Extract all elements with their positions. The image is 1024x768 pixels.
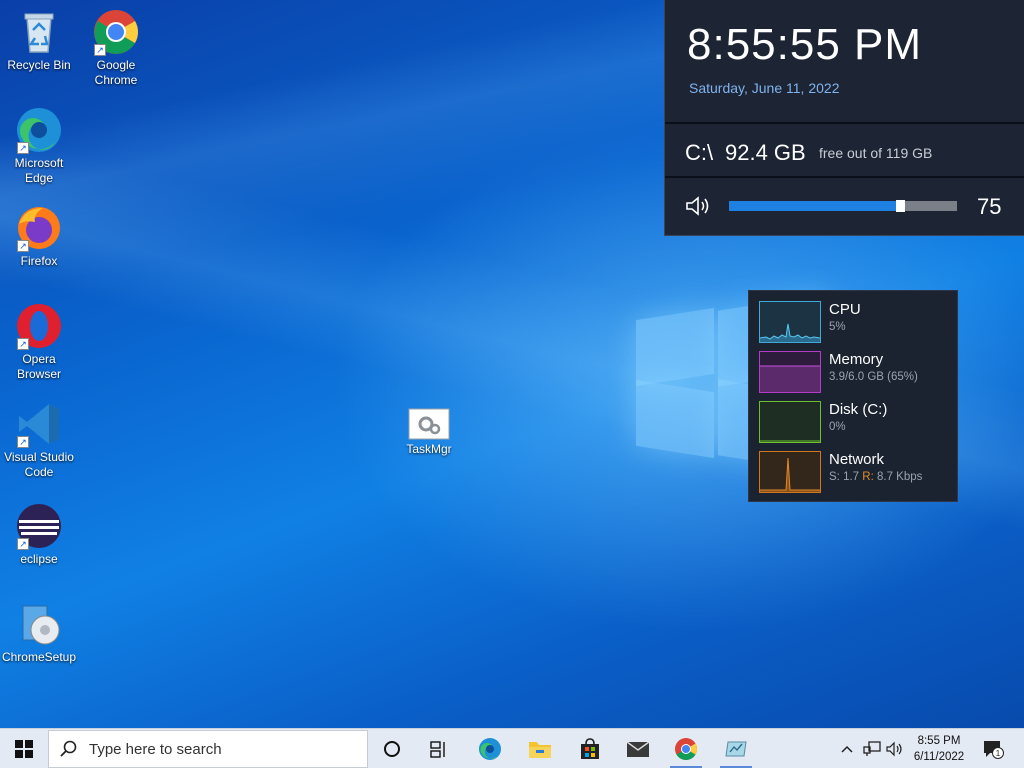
desktop-icon-recycle-bin[interactable]: Recycle Bin	[1, 8, 77, 73]
divider	[665, 176, 1024, 178]
taskbar-mail[interactable]	[614, 729, 662, 768]
widget-date: Saturday, June 11, 2022	[689, 80, 840, 96]
cpu-graph	[759, 301, 821, 343]
icon-label: Microsoft Edge	[14, 156, 64, 185]
volume-thumb[interactable]	[896, 200, 905, 212]
cortana-button[interactable]	[370, 729, 414, 768]
drive-free-space: 92.4 GB	[725, 140, 806, 165]
search-placeholder: Type here to search	[89, 740, 222, 758]
desktop-icon-eclipse[interactable]: ↗ eclipse	[1, 502, 77, 567]
action-center-button[interactable]: 1	[978, 729, 1008, 768]
performance-widget[interactable]: CPU 5% Memory 3.9/6.0 GB (65%) Disk (C:)…	[748, 290, 958, 502]
perf-cpu[interactable]: CPU 5%	[757, 301, 953, 345]
speaker-icon	[886, 741, 902, 757]
vscode-icon: ↗	[15, 400, 63, 448]
chrome-icon: ↗	[92, 8, 140, 56]
drive-capacity-text: free out of 119 GB	[819, 145, 933, 161]
store-icon	[581, 738, 599, 759]
edge-icon	[479, 738, 501, 760]
perf-network[interactable]: Network S: 1.7 R: 8.7 Kbps	[757, 451, 953, 495]
disk-value: 0%	[829, 421, 846, 433]
volume-value: 75	[977, 194, 1002, 219]
icon-label: TaskMgr	[406, 442, 452, 456]
disk-graph	[759, 401, 821, 443]
show-hidden-icons-button[interactable]	[836, 729, 858, 768]
network-value: S: 1.7 R: 8.7 Kbps	[829, 471, 923, 483]
edge-icon: ↗	[15, 106, 63, 154]
volume-fill	[729, 201, 900, 211]
divider	[665, 122, 1024, 124]
taskbar-chrome[interactable]	[662, 729, 710, 768]
setup-icon	[15, 600, 63, 648]
taskmgr-icon	[408, 408, 450, 440]
taskbar-edge[interactable]	[466, 729, 514, 768]
cpu-label: CPU	[829, 301, 861, 318]
taskbar-clock[interactable]: 8:55 PM 6/11/2022	[906, 733, 972, 765]
icon-label: Firefox	[20, 254, 58, 268]
desktop-icon-firefox[interactable]: ↗ Firefox	[1, 204, 77, 269]
task-view-button[interactable]	[416, 729, 462, 768]
opera-icon: ↗	[15, 302, 63, 350]
speaker-icon[interactable]	[685, 195, 715, 217]
taskbar-search-box[interactable]: Type here to search	[48, 730, 368, 768]
taskbar-file-explorer[interactable]	[516, 729, 564, 768]
desktop-icon-vscode[interactable]: ↗ Visual Studio Code	[1, 400, 77, 480]
folder-icon	[529, 742, 551, 758]
taskbar-taskmgr[interactable]	[712, 729, 760, 768]
memory-graph	[759, 351, 821, 393]
drive-letter: C:\	[685, 140, 714, 165]
desktop-icon-chromesetup[interactable]: ChromeSetup	[1, 600, 77, 665]
memory-value: 3.9/6.0 GB (65%)	[829, 371, 918, 383]
icon-label: Google Chrome	[94, 58, 138, 87]
chevron-up-icon	[841, 745, 853, 753]
notification-count: 1	[996, 749, 1001, 758]
icon-label: ChromeSetup	[1, 650, 77, 664]
taskmgr-icon	[725, 741, 747, 757]
firefox-icon: ↗	[15, 204, 63, 252]
memory-label: Memory	[829, 351, 884, 368]
mail-icon	[626, 741, 650, 757]
icon-label: Opera Browser	[16, 352, 61, 381]
taskbar-time: 8:55 PM	[917, 735, 961, 747]
cpu-value: 5%	[829, 321, 846, 333]
desktop-icon-taskmgr[interactable]: TaskMgr	[391, 408, 467, 457]
network-graph	[759, 451, 821, 493]
taskbar-date: 6/11/2022	[913, 751, 965, 763]
desktop-icon-edge[interactable]: ↗ Microsoft Edge	[1, 106, 77, 186]
perf-disk[interactable]: Disk (C:) 0%	[757, 401, 953, 445]
volume-tray-button[interactable]	[884, 729, 906, 768]
taskbar-store[interactable]	[566, 729, 614, 768]
desktop-icon-chrome[interactable]: ↗ Google Chrome	[78, 8, 154, 88]
windows-start-icon	[15, 740, 33, 758]
desktop-icon-opera[interactable]: ↗ Opera Browser	[1, 302, 77, 382]
icon-label: Visual Studio Code	[4, 450, 74, 479]
start-button[interactable]	[0, 729, 48, 768]
widget-time: 8:55:55 PM	[687, 20, 923, 69]
search-icon	[49, 740, 89, 758]
network-tray-button[interactable]	[860, 729, 884, 768]
task-view-icon	[430, 741, 445, 758]
network-icon	[863, 741, 881, 756]
cortana-icon	[384, 741, 400, 757]
taskbar: Type here to search 8:55 PM 6/11/2022 1	[0, 728, 1024, 768]
network-label: Network	[829, 451, 885, 468]
clock-widget[interactable]: 8:55:55 PM Saturday, June 11, 2022 C:\ 9…	[664, 0, 1024, 236]
eclipse-icon: ↗	[15, 502, 63, 550]
volume-slider[interactable]	[729, 200, 957, 212]
icon-label: Recycle Bin	[7, 58, 71, 72]
disk-label: Disk (C:)	[829, 401, 888, 418]
icon-label: eclipse	[20, 552, 58, 566]
chrome-icon	[675, 738, 697, 760]
notification-icon: 1	[984, 741, 1004, 759]
perf-memory[interactable]: Memory 3.9/6.0 GB (65%)	[757, 351, 953, 395]
recycle-bin-icon	[15, 8, 63, 56]
